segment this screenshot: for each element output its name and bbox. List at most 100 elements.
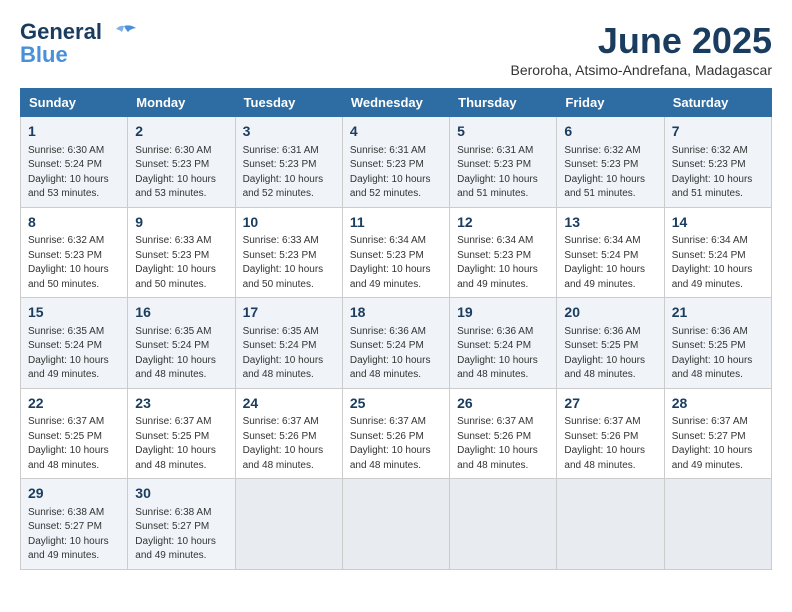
day-number: 15 (28, 303, 120, 323)
day-number: 6 (564, 122, 656, 142)
day-info: Sunrise: 6:30 AM Sunset: 5:24 PM Dayligh… (28, 144, 120, 202)
day-number: 1 (28, 122, 120, 142)
day-number: 3 (243, 122, 335, 142)
calendar-cell: 13 Sunrise: 6:34 AM Sunset: 5:24 PM Dayl… (557, 207, 664, 298)
day-info: Sunrise: 6:31 AM Sunset: 5:23 PM Dayligh… (243, 144, 335, 202)
calendar-cell: 9 Sunrise: 6:33 AM Sunset: 5:23 PM Dayli… (128, 207, 235, 298)
calendar-cell: 8 Sunrise: 6:32 AM Sunset: 5:23 PM Dayli… (21, 207, 128, 298)
calendar-week-2: 8 Sunrise: 6:32 AM Sunset: 5:23 PM Dayli… (21, 207, 772, 298)
calendar-cell: 16 Sunrise: 6:35 AM Sunset: 5:24 PM Dayl… (128, 298, 235, 389)
day-number: 26 (457, 394, 549, 414)
calendar-cell: 29 Sunrise: 6:38 AM Sunset: 5:27 PM Dayl… (21, 479, 128, 570)
day-info: Sunrise: 6:37 AM Sunset: 5:26 PM Dayligh… (243, 415, 335, 473)
day-info: Sunrise: 6:37 AM Sunset: 5:26 PM Dayligh… (564, 415, 656, 473)
day-number: 20 (564, 303, 656, 323)
day-number: 18 (350, 303, 442, 323)
day-info: Sunrise: 6:37 AM Sunset: 5:26 PM Dayligh… (350, 415, 442, 473)
day-number: 14 (672, 213, 764, 233)
calendar-cell: 28 Sunrise: 6:37 AM Sunset: 5:27 PM Dayl… (664, 388, 771, 479)
day-number: 19 (457, 303, 549, 323)
header-wednesday: Wednesday (342, 89, 449, 117)
day-info: Sunrise: 6:34 AM Sunset: 5:23 PM Dayligh… (457, 234, 549, 292)
header-thursday: Thursday (450, 89, 557, 117)
calendar-cell: 5 Sunrise: 6:31 AM Sunset: 5:23 PM Dayli… (450, 117, 557, 208)
day-info: Sunrise: 6:34 AM Sunset: 5:23 PM Dayligh… (350, 234, 442, 292)
day-number: 23 (135, 394, 227, 414)
day-number: 10 (243, 213, 335, 233)
day-info: Sunrise: 6:35 AM Sunset: 5:24 PM Dayligh… (243, 325, 335, 383)
day-info: Sunrise: 6:33 AM Sunset: 5:23 PM Dayligh… (135, 234, 227, 292)
calendar-cell: 18 Sunrise: 6:36 AM Sunset: 5:24 PM Dayl… (342, 298, 449, 389)
day-number: 29 (28, 484, 120, 504)
day-number: 27 (564, 394, 656, 414)
day-info: Sunrise: 6:38 AM Sunset: 5:27 PM Dayligh… (28, 506, 120, 564)
day-info: Sunrise: 6:36 AM Sunset: 5:25 PM Dayligh… (564, 325, 656, 383)
calendar-cell: 11 Sunrise: 6:34 AM Sunset: 5:23 PM Dayl… (342, 207, 449, 298)
title-area: June 2025 Beroroha, Atsimo-Andrefana, Ma… (511, 20, 772, 78)
calendar-cell: 20 Sunrise: 6:36 AM Sunset: 5:25 PM Dayl… (557, 298, 664, 389)
calendar-cell: 23 Sunrise: 6:37 AM Sunset: 5:25 PM Dayl… (128, 388, 235, 479)
calendar-cell: 3 Sunrise: 6:31 AM Sunset: 5:23 PM Dayli… (235, 117, 342, 208)
calendar: Sunday Monday Tuesday Wednesday Thursday… (20, 88, 772, 570)
calendar-week-4: 22 Sunrise: 6:37 AM Sunset: 5:25 PM Dayl… (21, 388, 772, 479)
calendar-cell (664, 479, 771, 570)
day-info: Sunrise: 6:35 AM Sunset: 5:24 PM Dayligh… (135, 325, 227, 383)
header-saturday: Saturday (664, 89, 771, 117)
calendar-cell (342, 479, 449, 570)
header-tuesday: Tuesday (235, 89, 342, 117)
calendar-cell: 25 Sunrise: 6:37 AM Sunset: 5:26 PM Dayl… (342, 388, 449, 479)
header-sunday: Sunday (21, 89, 128, 117)
day-info: Sunrise: 6:37 AM Sunset: 5:25 PM Dayligh… (135, 415, 227, 473)
day-info: Sunrise: 6:30 AM Sunset: 5:23 PM Dayligh… (135, 144, 227, 202)
day-info: Sunrise: 6:36 AM Sunset: 5:24 PM Dayligh… (457, 325, 549, 383)
calendar-cell: 19 Sunrise: 6:36 AM Sunset: 5:24 PM Dayl… (450, 298, 557, 389)
day-number: 7 (672, 122, 764, 142)
day-number: 4 (350, 122, 442, 142)
day-info: Sunrise: 6:32 AM Sunset: 5:23 PM Dayligh… (28, 234, 120, 292)
day-info: Sunrise: 6:36 AM Sunset: 5:25 PM Dayligh… (672, 325, 764, 383)
subtitle: Beroroha, Atsimo-Andrefana, Madagascar (511, 62, 772, 78)
header: General Blue June 2025 Beroroha, Atsimo-… (20, 20, 772, 78)
logo-blue: Blue (20, 44, 68, 66)
calendar-cell: 6 Sunrise: 6:32 AM Sunset: 5:23 PM Dayli… (557, 117, 664, 208)
calendar-week-5: 29 Sunrise: 6:38 AM Sunset: 5:27 PM Dayl… (21, 479, 772, 570)
day-number: 22 (28, 394, 120, 414)
day-info: Sunrise: 6:33 AM Sunset: 5:23 PM Dayligh… (243, 234, 335, 292)
day-number: 8 (28, 213, 120, 233)
calendar-cell: 4 Sunrise: 6:31 AM Sunset: 5:23 PM Dayli… (342, 117, 449, 208)
day-number: 2 (135, 122, 227, 142)
day-number: 13 (564, 213, 656, 233)
month-title: June 2025 (511, 20, 772, 62)
header-friday: Friday (557, 89, 664, 117)
calendar-week-1: 1 Sunrise: 6:30 AM Sunset: 5:24 PM Dayli… (21, 117, 772, 208)
day-number: 12 (457, 213, 549, 233)
logo-bird-icon (110, 24, 138, 42)
calendar-cell: 1 Sunrise: 6:30 AM Sunset: 5:24 PM Dayli… (21, 117, 128, 208)
day-number: 9 (135, 213, 227, 233)
day-number: 16 (135, 303, 227, 323)
calendar-cell: 15 Sunrise: 6:35 AM Sunset: 5:24 PM Dayl… (21, 298, 128, 389)
day-info: Sunrise: 6:31 AM Sunset: 5:23 PM Dayligh… (350, 144, 442, 202)
calendar-cell (235, 479, 342, 570)
day-number: 28 (672, 394, 764, 414)
day-number: 30 (135, 484, 227, 504)
header-monday: Monday (128, 89, 235, 117)
calendar-cell: 24 Sunrise: 6:37 AM Sunset: 5:26 PM Dayl… (235, 388, 342, 479)
day-info: Sunrise: 6:35 AM Sunset: 5:24 PM Dayligh… (28, 325, 120, 383)
day-info: Sunrise: 6:37 AM Sunset: 5:25 PM Dayligh… (28, 415, 120, 473)
day-number: 25 (350, 394, 442, 414)
calendar-cell: 21 Sunrise: 6:36 AM Sunset: 5:25 PM Dayl… (664, 298, 771, 389)
calendar-cell: 27 Sunrise: 6:37 AM Sunset: 5:26 PM Dayl… (557, 388, 664, 479)
calendar-cell: 12 Sunrise: 6:34 AM Sunset: 5:23 PM Dayl… (450, 207, 557, 298)
day-number: 21 (672, 303, 764, 323)
day-info: Sunrise: 6:38 AM Sunset: 5:27 PM Dayligh… (135, 506, 227, 564)
calendar-cell: 14 Sunrise: 6:34 AM Sunset: 5:24 PM Dayl… (664, 207, 771, 298)
calendar-header-row: Sunday Monday Tuesday Wednesday Thursday… (21, 89, 772, 117)
calendar-week-3: 15 Sunrise: 6:35 AM Sunset: 5:24 PM Dayl… (21, 298, 772, 389)
calendar-cell (450, 479, 557, 570)
calendar-cell: 26 Sunrise: 6:37 AM Sunset: 5:26 PM Dayl… (450, 388, 557, 479)
calendar-cell: 7 Sunrise: 6:32 AM Sunset: 5:23 PM Dayli… (664, 117, 771, 208)
calendar-cell: 22 Sunrise: 6:37 AM Sunset: 5:25 PM Dayl… (21, 388, 128, 479)
day-info: Sunrise: 6:34 AM Sunset: 5:24 PM Dayligh… (672, 234, 764, 292)
logo-general: General (20, 19, 102, 44)
